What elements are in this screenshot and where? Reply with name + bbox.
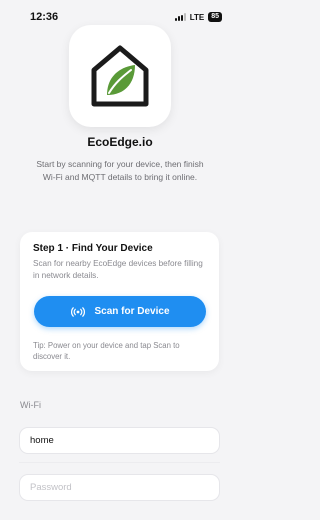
divider: [19, 462, 220, 463]
status-time: 12:36: [30, 11, 59, 23]
scan-button-label: Scan for Device: [94, 306, 170, 317]
scan-for-device-button[interactable]: Scan for Device: [34, 296, 206, 327]
app-logo: [69, 25, 171, 127]
wifi-password-field[interactable]: Password: [19, 474, 220, 501]
status-indicators: LTE 85: [174, 12, 222, 22]
radar-waves-icon: [71, 306, 86, 317]
app-title: EcoEdge.io: [87, 135, 153, 149]
step-title: Step 1 · Find Your Device: [33, 243, 153, 254]
signal-icon: [174, 13, 186, 21]
wifi-section-label: Wi-Fi: [20, 400, 41, 410]
step-description: Scan for nearby EcoEdge devices before f…: [33, 259, 203, 280]
house-leaf-icon: [91, 45, 149, 107]
network-type: LTE: [189, 12, 205, 22]
wifi-ssid-field[interactable]: home: [19, 427, 220, 454]
intro-text: Start by scanning for your device, then …: [36, 159, 204, 182]
battery-icon: 85: [208, 12, 222, 22]
tip-text: Tip: Power on your device and tap Scan t…: [33, 341, 180, 361]
find-device-card: Step 1 · Find Your Device Scan for nearb…: [20, 232, 219, 371]
